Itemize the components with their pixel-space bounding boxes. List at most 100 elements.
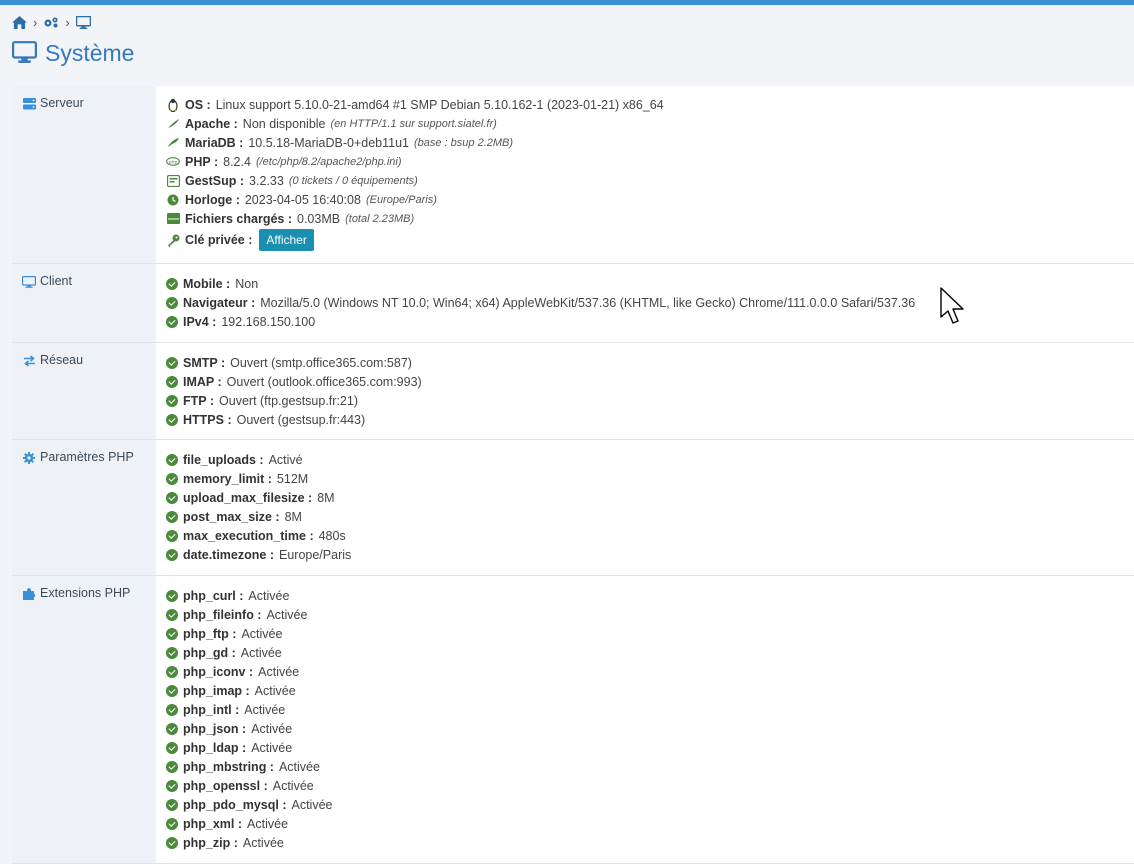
section-content: file_uploads : Activé memory_limit :512M … — [156, 440, 1134, 575]
list-item: php_xml : Activée — [166, 814, 1134, 833]
check-circle-icon — [166, 356, 178, 369]
list-item: file_uploads : Activé — [166, 450, 1134, 469]
list-item: upload_max_filesize :8M — [166, 488, 1134, 507]
list-item: OS : Linux support 5.10.0-21-amd64 #1 SM… — [166, 95, 1134, 114]
section-serveur: Serveur OS : Linux support 5.10.0-21-amd… — [12, 86, 1134, 264]
list-item: php_ftp : Activée — [166, 624, 1134, 643]
mouse-cursor-icon — [940, 287, 966, 330]
linux-icon — [166, 98, 180, 112]
list-item: SMTP : Ouvert (smtp.office365.com:587) — [166, 353, 1134, 372]
system-info-panel: Serveur OS : Linux support 5.10.0-21-amd… — [12, 86, 1134, 864]
check-circle-icon — [166, 394, 178, 407]
list-item: memory_limit :512M — [166, 469, 1134, 488]
list-item: date.timezone : Europe/Paris — [166, 545, 1134, 564]
list-item: php_zip : Activée — [166, 833, 1134, 852]
page-title-text: Système — [45, 40, 135, 66]
section-label: Réseau — [12, 343, 156, 439]
gear-icon — [22, 450, 36, 464]
home-icon[interactable] — [12, 15, 27, 29]
list-item: max_execution_time :480s — [166, 526, 1134, 545]
clock-icon — [166, 193, 180, 207]
puzzle-icon — [22, 586, 36, 600]
section-label: Client — [12, 264, 156, 342]
check-circle-icon — [166, 453, 178, 466]
section-php-extensions: Extensions PHP php_curl : Activée php_fil… — [12, 576, 1134, 864]
cogs-icon[interactable] — [43, 16, 59, 28]
check-circle-icon — [166, 665, 178, 678]
section-label: Serveur — [12, 86, 156, 263]
list-item: php_mbstring : Activée — [166, 757, 1134, 776]
list-item: php_pdo_mysql : Activée — [166, 795, 1134, 814]
exchange-icon — [22, 353, 36, 367]
list-item: HTTPS : Ouvert (gestsup.fr:443) — [166, 410, 1134, 429]
check-circle-icon — [166, 703, 178, 716]
gestsup-icon — [166, 174, 180, 188]
section-content: php_curl : Activée php_fileinfo : Activée … — [156, 576, 1134, 863]
page-title: Système — [11, 40, 135, 67]
check-circle-icon — [166, 491, 178, 504]
check-circle-icon — [166, 548, 178, 561]
check-circle-icon — [166, 608, 178, 621]
list-item: php_imap : Activée — [166, 681, 1134, 700]
check-circle-icon — [166, 315, 178, 328]
list-item: Apache : Non disponible (en HTTP/1.1 sur… — [166, 114, 1134, 133]
check-circle-icon — [166, 627, 178, 640]
list-item: FTP : Ouvert (ftp.gestsup.fr:21) — [166, 391, 1134, 410]
desktop-icon — [11, 41, 38, 66]
section-label: Paramètres PHP — [12, 440, 156, 575]
server-icon — [22, 96, 36, 110]
list-item: Navigateur : Mozilla/5.0 (Windows NT 10.0… — [166, 293, 1134, 312]
list-item: post_max_size :8M — [166, 507, 1134, 526]
list-item: php_json : Activée — [166, 719, 1134, 738]
list-item: MariaDB : 10.5.18-MariaDB-0+deb11u1 (bas… — [166, 133, 1134, 152]
list-item: Fichiers chargés : 0.03MB (total 2.23MB) — [166, 209, 1134, 228]
section-label: Extensions PHP — [12, 576, 156, 863]
list-item: IPv4 :192.168.150.100 — [166, 312, 1134, 331]
list-item: php_openssl : Activée — [166, 776, 1134, 795]
check-circle-icon — [166, 779, 178, 792]
key-icon — [166, 233, 180, 247]
check-circle-icon — [166, 798, 178, 811]
section-content: OS : Linux support 5.10.0-21-amd64 #1 SM… — [156, 86, 1134, 263]
check-circle-icon — [166, 277, 178, 290]
check-circle-icon — [166, 817, 178, 830]
list-item: php_intl : Activée — [166, 700, 1134, 719]
breadcrumb: › › — [12, 13, 91, 31]
check-circle-icon — [166, 684, 178, 697]
section-content: Mobile : Non Navigateur : Mozilla/5.0 (Win… — [156, 264, 1134, 342]
check-circle-icon — [166, 529, 178, 542]
list-item: Mobile : Non — [166, 274, 1134, 293]
mariadb-icon — [166, 136, 180, 150]
check-circle-icon — [166, 836, 178, 849]
check-circle-icon — [166, 375, 178, 388]
apache-feather-icon — [166, 117, 180, 131]
hdd-icon — [166, 212, 180, 226]
section-reseau: Réseau SMTP : Ouvert (smtp.office365.com:… — [12, 343, 1134, 440]
check-circle-icon — [166, 296, 178, 309]
top-accent-bar — [0, 0, 1134, 5]
check-circle-icon — [166, 760, 178, 773]
check-circle-icon — [166, 722, 178, 735]
list-item: php_curl : Activée — [166, 586, 1134, 605]
list-item: GestSup : 3.2.33 (0 tickets / 0 équipeme… — [166, 171, 1134, 190]
svg-text:php: php — [169, 159, 178, 165]
list-item: php_ldap : Activée — [166, 738, 1134, 757]
check-circle-icon — [166, 646, 178, 659]
show-private-key-button[interactable]: Afficher — [259, 229, 314, 251]
desktop-icon[interactable] — [75, 15, 91, 29]
list-item: php_iconv : Activée — [166, 662, 1134, 681]
list-item: Clé privée : Afficher — [166, 228, 1134, 252]
list-item: IMAP : Ouvert (outlook.office365.com:993) — [166, 372, 1134, 391]
check-circle-icon — [166, 510, 178, 523]
check-circle-icon — [166, 589, 178, 602]
check-circle-icon — [166, 413, 178, 426]
list-item: php PHP : 8.2.4 (/etc/php/8.2/apache2/ph… — [166, 152, 1134, 171]
php-icon: php — [166, 155, 180, 169]
chevron-right-icon: › — [33, 14, 38, 30]
section-php-params: Paramètres PHP file_uploads : Activé memo… — [12, 440, 1134, 576]
list-item: php_fileinfo : Activée — [166, 605, 1134, 624]
list-item: php_gd : Activée — [166, 643, 1134, 662]
check-circle-icon — [166, 472, 178, 485]
list-item: Horloge : 2023-04-05 16:40:08 (Europe/Pa… — [166, 190, 1134, 209]
desktop-icon — [22, 274, 36, 288]
